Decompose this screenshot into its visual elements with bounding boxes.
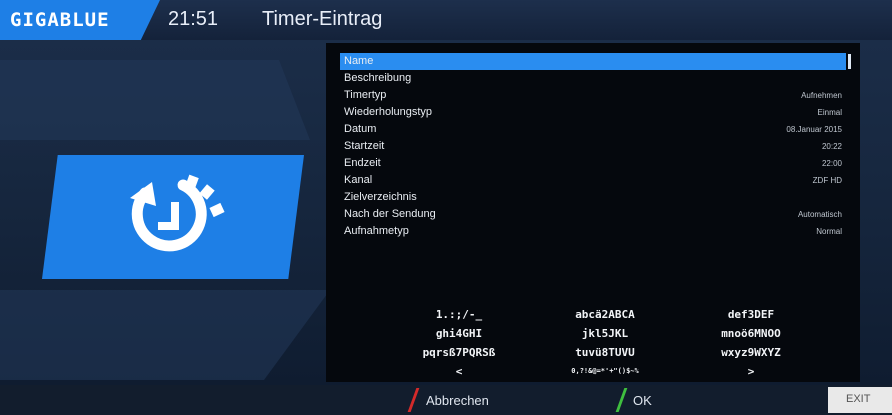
decorative-stripe (0, 60, 310, 140)
row-value: 08.Januar 2015 (786, 125, 842, 134)
row-value: Automatisch (797, 210, 842, 219)
green-key-indicator (615, 388, 628, 412)
row-label: Startzeit (344, 140, 385, 152)
row-value: Aufnehmen (801, 91, 842, 100)
settings-list: Name Beschreibung Timertyp Aufnehmen Wie… (340, 53, 851, 240)
list-item-wiederholungstyp[interactable]: Wiederholungstyp Einmal (340, 104, 846, 121)
key-5[interactable]: jkl5JKL (532, 324, 678, 343)
row-label: Nach der Sendung (344, 208, 436, 220)
key-left-arrow[interactable]: < (386, 362, 532, 381)
key-4[interactable]: ghi4GHI (386, 324, 532, 343)
key-right-arrow[interactable]: > (678, 362, 824, 381)
red-key-indicator (407, 388, 420, 412)
brand-logo: GIGABLUE (10, 9, 110, 31)
list-item-datum[interactable]: Datum 08.Januar 2015 (340, 121, 846, 138)
row-label: Beschreibung (344, 72, 412, 84)
key-8[interactable]: tuvü8TUVU (532, 343, 678, 362)
page-title: Timer-Eintrag (262, 8, 383, 30)
timer-entry-panel: Name Beschreibung Timertyp Aufnehmen Wie… (326, 43, 860, 382)
key-3[interactable]: def3DEF (678, 305, 824, 324)
virtual-keypad: 1.:;/-_ abcä2ABCA def3DEF ghi4GHI jkl5JK… (386, 305, 826, 381)
list-item-endzeit[interactable]: Endzeit 22:00 (340, 155, 846, 172)
key-0[interactable]: 0,?!&@=*'+"()$~% (532, 362, 678, 381)
ok-button[interactable]: OK (615, 385, 736, 415)
key-6[interactable]: mnoö6MNOO (678, 324, 824, 343)
ok-label: OK (633, 393, 652, 408)
exit-label: EXIT (846, 393, 871, 405)
cancel-button[interactable]: Abbrechen (407, 385, 598, 415)
list-item-startzeit[interactable]: Startzeit 20:22 (340, 138, 846, 155)
list-item-kanal[interactable]: Kanal ZDF HD (340, 172, 846, 189)
row-value: Normal (816, 227, 842, 236)
keypad-row: pqrsß7PQRSß tuvü8TUVU wxyz9WXYZ (386, 343, 826, 362)
list-item-beschreibung[interactable]: Beschreibung (340, 70, 846, 87)
footer-bar: Abbrechen OK EXIT (0, 385, 892, 415)
row-label: Timertyp (344, 89, 387, 101)
logo-box: GIGABLUE (0, 0, 160, 40)
header-bar: GIGABLUE 21:51 Timer-Eintrag (0, 0, 892, 40)
list-item-zielverzeichnis[interactable]: Zielverzeichnis (340, 189, 846, 206)
row-value: 22:00 (821, 159, 842, 168)
keypad-row: ghi4GHI jkl5JKL mnoö6MNOO (386, 324, 826, 343)
row-value: 20:22 (821, 142, 842, 151)
row-label: Endzeit (344, 157, 381, 169)
key-2[interactable]: abcä2ABCA (532, 305, 678, 324)
row-label: Wiederholungstyp (344, 106, 433, 118)
key-1[interactable]: 1.:;/-_ (386, 305, 532, 324)
list-item-timertyp[interactable]: Timertyp Aufnehmen (340, 87, 846, 104)
row-label: Datum (344, 123, 377, 135)
row-value: Einmal (817, 108, 842, 117)
key-7[interactable]: pqrsß7PQRSß (386, 343, 532, 362)
row-value: ZDF HD (812, 176, 842, 185)
list-item-aufnahmetyp[interactable]: Aufnahmetyp Normal (340, 223, 846, 240)
list-item-nach-der-sendung[interactable]: Nach der Sendung Automatisch (340, 206, 846, 223)
cancel-label: Abbrechen (426, 393, 489, 408)
row-label: Name (344, 55, 374, 67)
key-9[interactable]: wxyz9WXYZ (678, 343, 824, 362)
row-label: Aufnahmetyp (344, 225, 409, 237)
keypad-row: 1.:;/-_ abcä2ABCA def3DEF (386, 305, 826, 324)
keypad-row: < 0,?!&@=*'+"()$~% > (386, 362, 826, 381)
timer-icon (130, 174, 225, 252)
list-item-name[interactable]: Name (340, 53, 851, 70)
text-cursor (848, 54, 851, 69)
row-label: Kanal (344, 174, 373, 186)
clock: 21:51 (168, 8, 219, 30)
row-label: Zielverzeichnis (344, 191, 417, 203)
exit-button[interactable]: EXIT (828, 387, 892, 413)
